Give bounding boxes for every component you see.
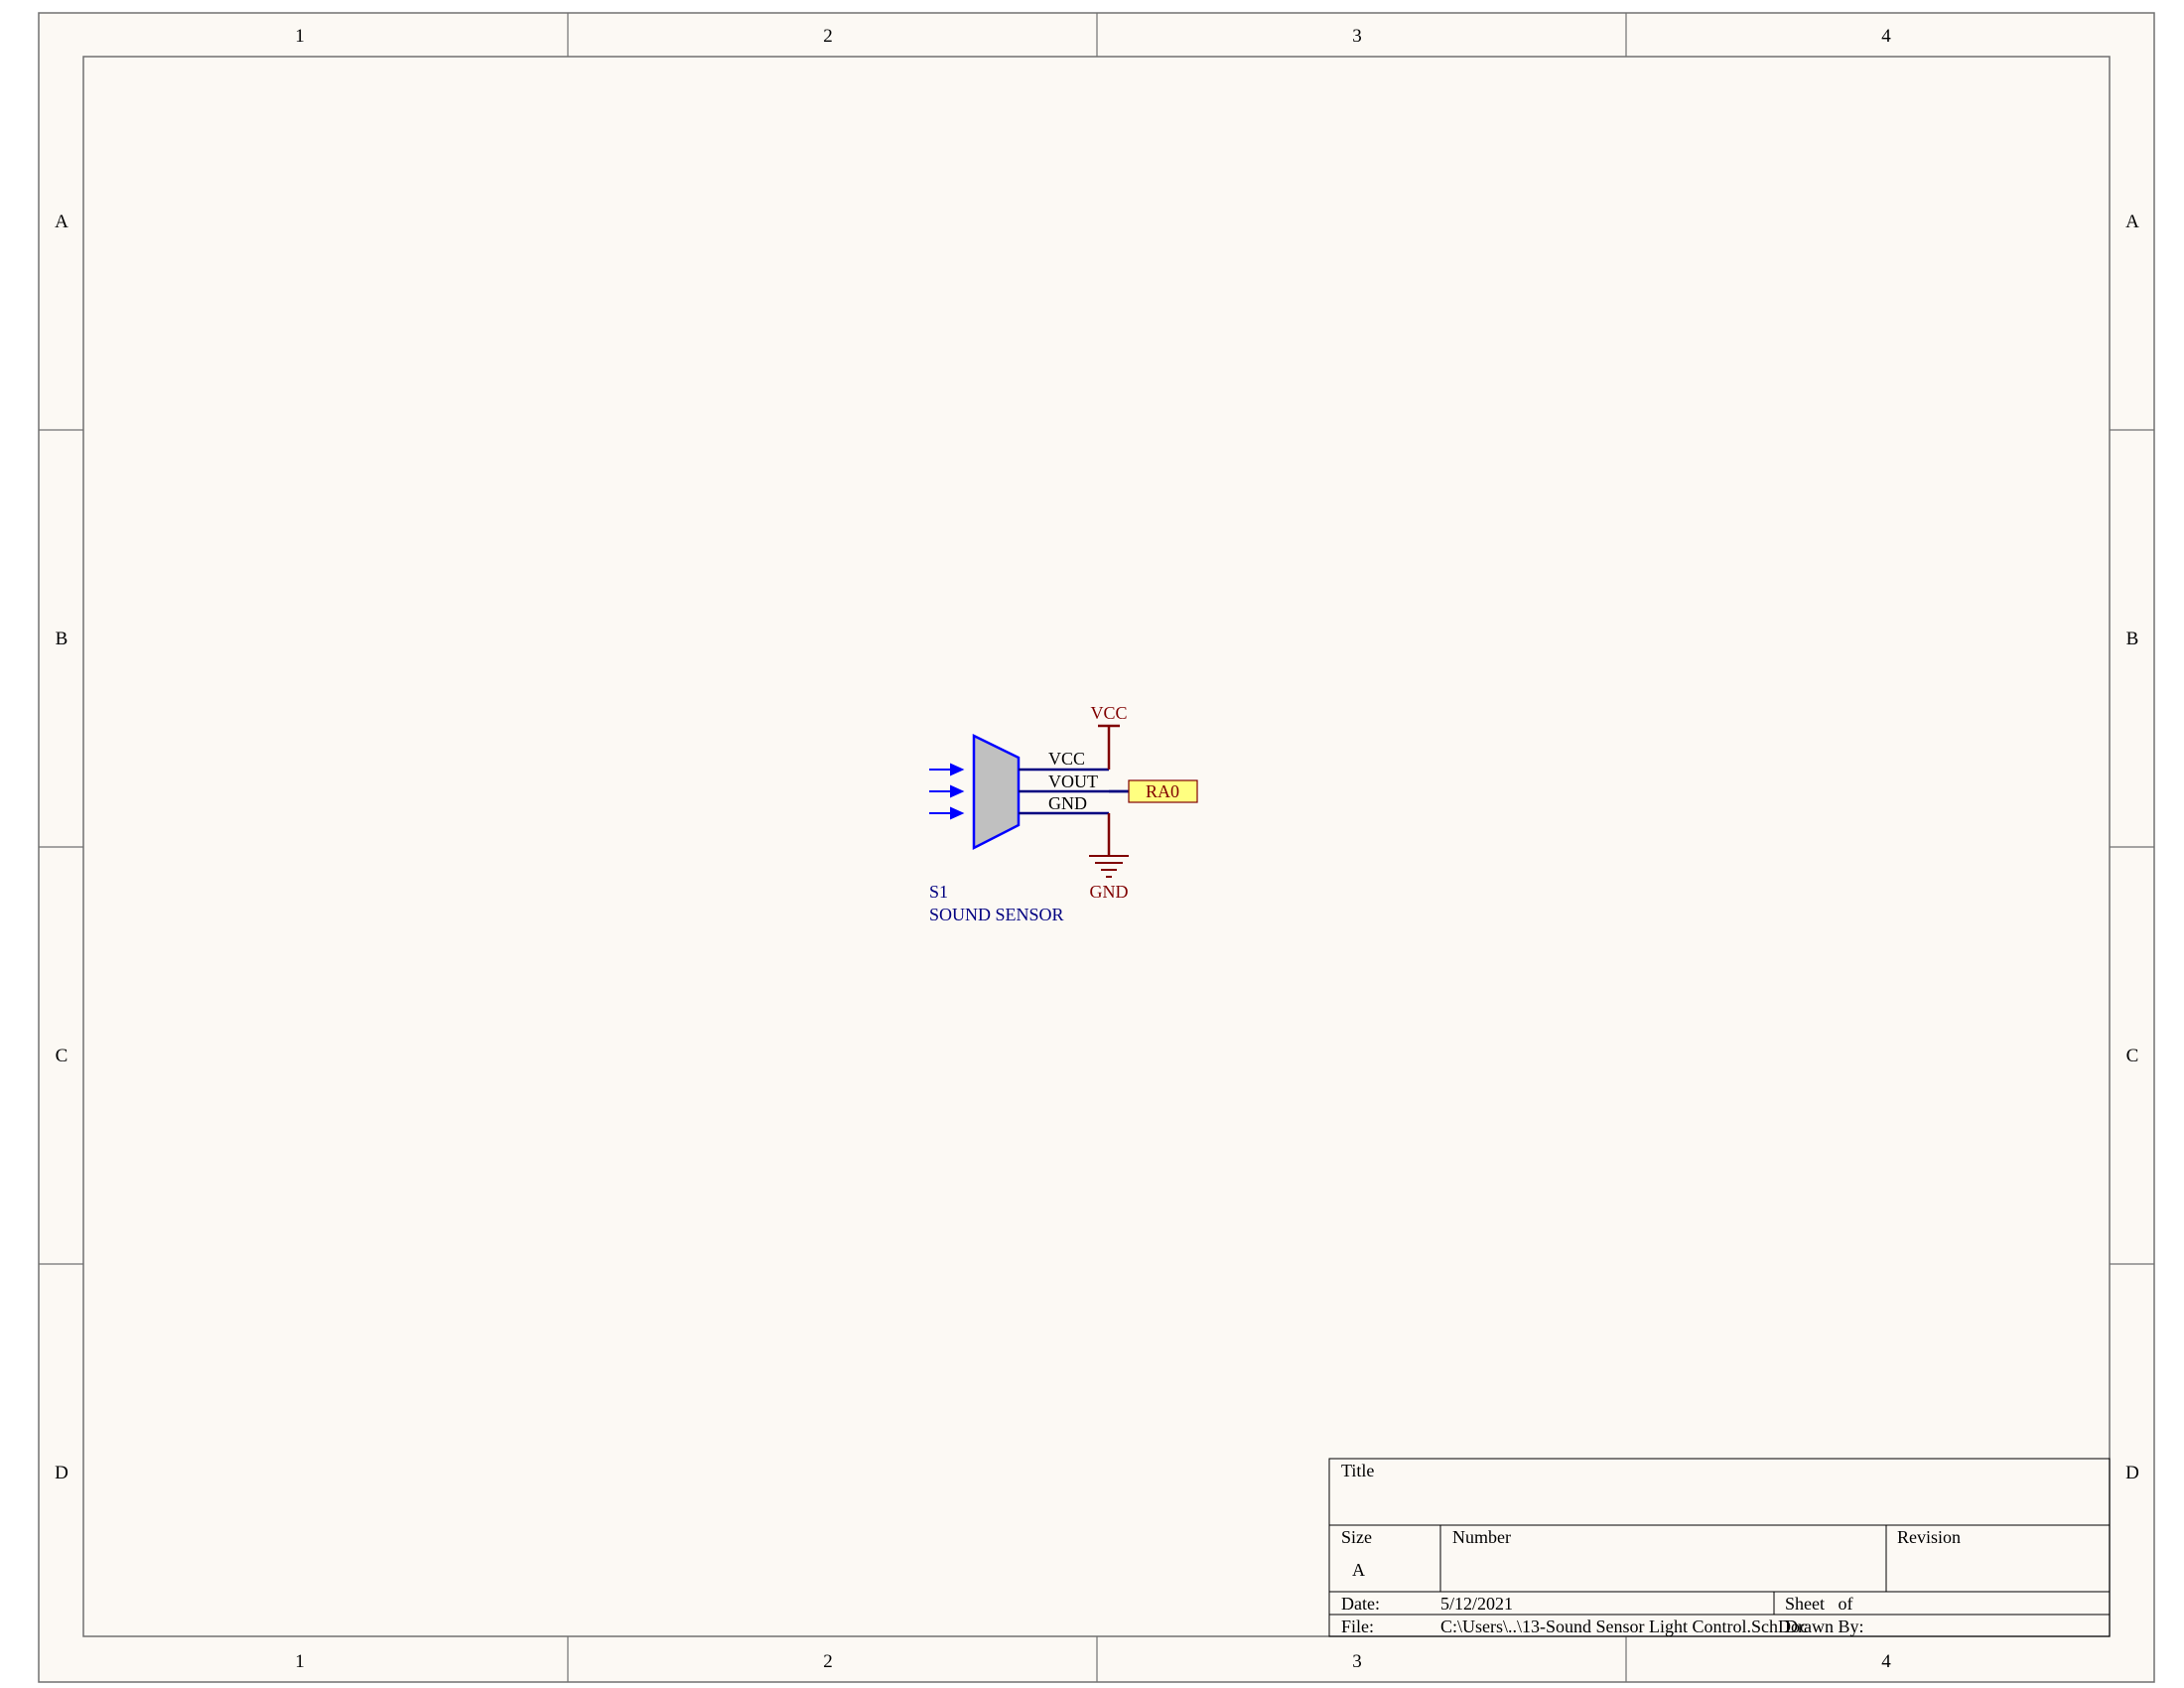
vcc-power-label: VCC [1090, 703, 1127, 723]
drawn-by-label: Drawn By: [1785, 1617, 1864, 1636]
schematic-sheet: 1 2 3 4 1 2 3 4 A B C D A B C D VCC VOUT… [38, 12, 2155, 1683]
component-designator: S1 [929, 882, 948, 902]
zone-col-top-3: 3 [1352, 26, 1362, 47]
zone-row-left-b: B [56, 629, 68, 649]
zone-row-right-c: C [2126, 1046, 2139, 1066]
zone-col-bottom-4: 4 [1881, 1651, 1891, 1672]
net-port-label: RA0 [1146, 781, 1179, 801]
pin-name-gnd: GND [1048, 793, 1087, 813]
zone-row-left-d: D [55, 1463, 68, 1483]
number-label: Number [1452, 1527, 1511, 1547]
zone-col-bottom-3: 3 [1352, 1651, 1362, 1672]
component-comment: SOUND SENSOR [929, 905, 1064, 924]
zone-col-top-1: 1 [295, 26, 305, 47]
zone-row-right-a: A [2125, 211, 2139, 232]
sheet-label: Sheet of [1785, 1594, 1852, 1614]
revision-label: Revision [1897, 1527, 1961, 1547]
zone-col-top-2: 2 [823, 26, 833, 47]
gnd-power-label: GND [1090, 882, 1129, 902]
file-value: C:\Users\..\13-Sound Sensor Light Contro… [1440, 1617, 1808, 1636]
pin-name-vcc: VCC [1048, 749, 1085, 769]
zone-row-right-d: D [2125, 1463, 2139, 1483]
date-label: Date: [1341, 1594, 1380, 1614]
size-value: A [1352, 1560, 1365, 1580]
zone-row-left-a: A [55, 211, 68, 232]
zone-row-right-b: B [2126, 629, 2139, 649]
title-label: Title [1341, 1461, 1374, 1480]
pin-name-vout: VOUT [1048, 772, 1098, 791]
zone-col-bottom-2: 2 [823, 1651, 833, 1672]
zone-col-bottom-1: 1 [295, 1651, 305, 1672]
date-value: 5/12/2021 [1440, 1594, 1513, 1614]
zone-row-left-c: C [56, 1046, 68, 1066]
size-label: Size [1341, 1527, 1372, 1547]
sheet-inner-border [82, 56, 2111, 1637]
zone-col-top-4: 4 [1881, 26, 1891, 47]
file-label: File: [1341, 1617, 1374, 1636]
